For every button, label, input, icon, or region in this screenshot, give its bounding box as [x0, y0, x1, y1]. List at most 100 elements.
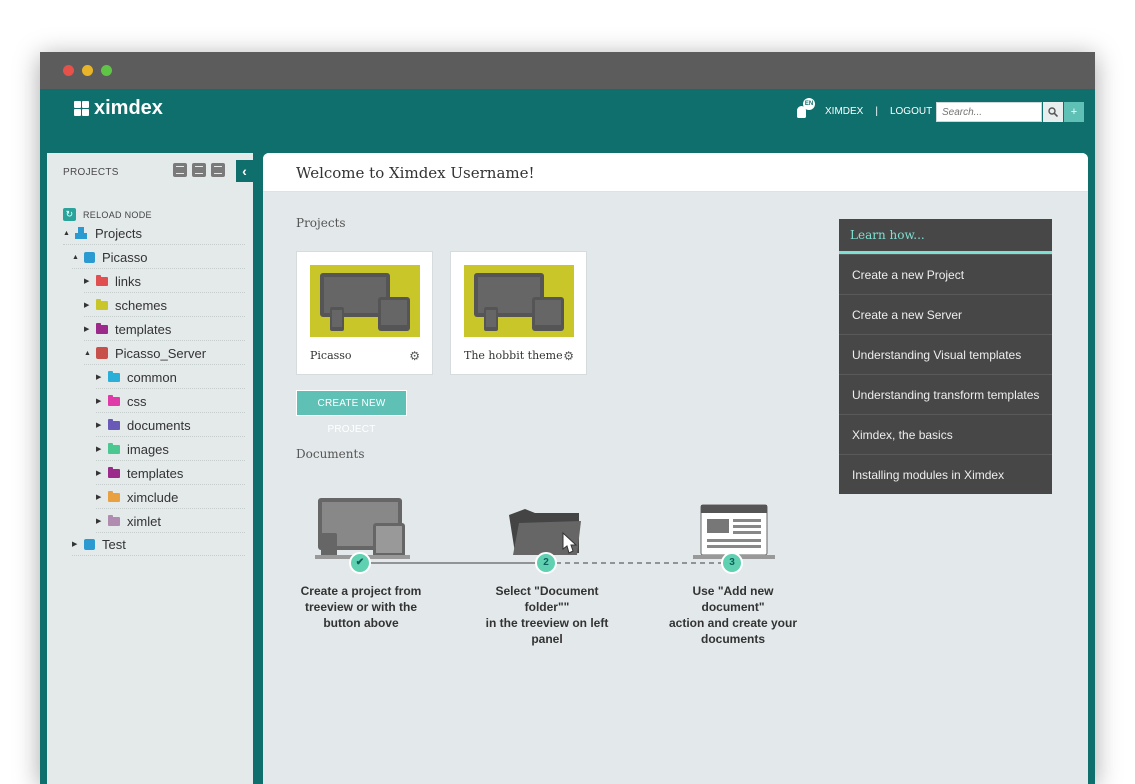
collapse-arrow-icon[interactable]: ▲ — [72, 254, 80, 261]
tree-item-label: templates — [115, 321, 172, 337]
project-card-picasso[interactable]: Picasso ⚙ — [296, 251, 433, 375]
project-sidebar: PROJECTS ‹ ↻ RELOAD NODE ▲ Projects ▲ Picas… — [47, 153, 253, 784]
tree-item-projects[interactable]: ▲ Projects — [63, 222, 245, 245]
logout-link[interactable]: LOGOUT — [890, 106, 932, 117]
sidebar-title: PROJECTS — [63, 167, 119, 178]
tree-item-css[interactable]: ▶ css — [96, 390, 245, 413]
folder-icon — [108, 466, 120, 478]
tree-item-test[interactable]: ▶ Test — [72, 533, 245, 556]
tree-item-documents[interactable]: ▶ documents — [96, 414, 245, 437]
learn-item-installing-modules[interactable]: Installing modules in Ximdex — [839, 454, 1052, 494]
expand-arrow-icon[interactable]: ▶ — [72, 540, 80, 548]
user-area: EN XIMDEX | LOGOUT — [795, 98, 932, 122]
folder-icon — [108, 370, 120, 382]
expand-arrow-icon[interactable]: ▶ — [84, 301, 92, 309]
language-badge: EN — [803, 98, 815, 110]
window-titlebar — [40, 52, 1095, 89]
tree-item-label: common — [127, 369, 177, 385]
expand-arrow-icon[interactable]: ▶ — [96, 373, 104, 381]
learn-how-panel: Learn how... Create a new Project Create… — [839, 219, 1052, 494]
project-settings-icon[interactable]: ⚙ — [563, 349, 574, 363]
learn-item-create-server[interactable]: Create a new Server — [839, 294, 1052, 334]
learn-item-transform-templates[interactable]: Understanding transform templates — [839, 374, 1052, 414]
project-cube-icon — [84, 251, 95, 263]
server-icon — [96, 347, 108, 359]
learn-how-title: Learn how... — [839, 219, 1052, 254]
project-settings-icon[interactable]: ⚙ — [409, 349, 420, 363]
step-1-text: Create a project from treeview or with t… — [300, 584, 422, 630]
projects-root-icon — [75, 227, 88, 239]
tree-item-label: schemes — [115, 297, 168, 313]
tree-item-templates[interactable]: ▶ templates — [96, 462, 245, 485]
project-thumbnail — [464, 265, 574, 337]
create-new-project-button[interactable]: CREATE NEW PROJECT — [296, 390, 407, 435]
tree-view-icon[interactable] — [173, 163, 187, 177]
tree-item-label: ximlet — [127, 513, 161, 529]
search-box: + — [936, 102, 1084, 122]
step-3-number: 3 — [721, 552, 743, 574]
tree-item-picasso-server[interactable]: ▲ Picasso_Server — [84, 342, 245, 365]
folder-icon — [108, 442, 120, 454]
close-window-button[interactable] — [63, 65, 74, 76]
collapse-arrow-icon[interactable]: ▲ — [84, 350, 92, 357]
project-cube-icon — [84, 538, 95, 550]
expand-arrow-icon[interactable]: ▶ — [96, 421, 104, 429]
folder-icon — [96, 322, 108, 334]
expand-arrow-icon[interactable]: ▶ — [96, 445, 104, 453]
project-name: Picasso — [310, 349, 352, 362]
tree-item-label: Picasso — [102, 249, 148, 265]
tree-item-label: links — [115, 273, 142, 289]
maximize-window-button[interactable] — [101, 65, 112, 76]
logo-text: ximdex — [94, 97, 163, 119]
tree-item-ximlet[interactable]: ▶ ximlet — [96, 510, 245, 533]
main-header: Welcome to Ximdex Username! — [263, 153, 1088, 192]
tree-item-label: ximclude — [127, 489, 179, 505]
tree-item-label: images — [127, 441, 169, 457]
expand-arrow-icon[interactable]: ▶ — [96, 469, 104, 477]
expand-arrow-icon[interactable]: ▶ — [96, 517, 104, 525]
project-thumbnail — [310, 265, 420, 337]
expand-arrow-icon[interactable]: ▶ — [96, 397, 104, 405]
tree-item-label: templates — [127, 465, 184, 481]
app-header: ximdex EN XIMDEX | LOGOUT + — [40, 89, 1095, 191]
search-button[interactable] — [1043, 102, 1063, 122]
tree-item-label: Picasso_Server — [115, 345, 207, 361]
tree-item-label: css — [127, 393, 147, 409]
learn-item-ximdex-basics[interactable]: Ximdex, the basics — [839, 414, 1052, 454]
tree-item-picasso[interactable]: ▲ Picasso — [72, 246, 245, 269]
reload-node-button[interactable]: ↻ RELOAD NODE — [63, 208, 152, 221]
documents-section-title: Documents — [296, 447, 365, 461]
learn-item-visual-templates[interactable]: Understanding Visual templates — [839, 334, 1052, 374]
tree-item-ximclude[interactable]: ▶ ximclude — [96, 486, 245, 509]
main-panel: Welcome to Ximdex Username! Projects Pic… — [263, 153, 1088, 784]
tree-item-schemes[interactable]: ▶ schemes — [84, 294, 245, 317]
add-button[interactable]: + — [1064, 102, 1084, 122]
collapse-arrow-icon[interactable]: ▲ — [63, 230, 71, 237]
tree-item-links[interactable]: ▶ links — [84, 270, 245, 293]
project-card-hobbit-theme[interactable]: The hobbit theme ⚙ — [450, 251, 587, 375]
learn-item-create-project[interactable]: Create a new Project — [839, 254, 1052, 294]
folder-icon — [108, 394, 120, 406]
folder-icon — [509, 509, 581, 555]
tree-item-label: Test — [102, 536, 126, 552]
username-link[interactable]: XIMDEX — [825, 106, 863, 117]
header-separator: | — [875, 105, 878, 117]
expand-arrow-icon[interactable]: ▶ — [84, 277, 92, 285]
project-name: The hobbit theme — [464, 349, 563, 362]
search-input[interactable] — [936, 102, 1042, 122]
minimize-window-button[interactable] — [82, 65, 93, 76]
expand-arrow-icon[interactable]: ▶ — [84, 325, 92, 333]
page-title: Welcome to Ximdex Username! — [296, 164, 535, 182]
collapse-sidebar-button[interactable]: ‹ — [236, 160, 253, 182]
user-language-icon[interactable]: EN — [795, 98, 817, 122]
reload-node-label: RELOAD NODE — [83, 209, 152, 220]
grid-view-icon[interactable] — [192, 163, 206, 177]
list-view-icon[interactable] — [211, 163, 225, 177]
tree-item-templates[interactable]: ▶ templates — [84, 318, 245, 341]
tree-item-common[interactable]: ▶ common — [96, 366, 245, 389]
expand-arrow-icon[interactable]: ▶ — [96, 493, 104, 501]
folder-icon — [108, 418, 120, 430]
tree-item-label: Projects — [95, 225, 142, 241]
tree-item-images[interactable]: ▶ images — [96, 438, 245, 461]
ximdex-logo[interactable]: ximdex — [74, 97, 163, 120]
